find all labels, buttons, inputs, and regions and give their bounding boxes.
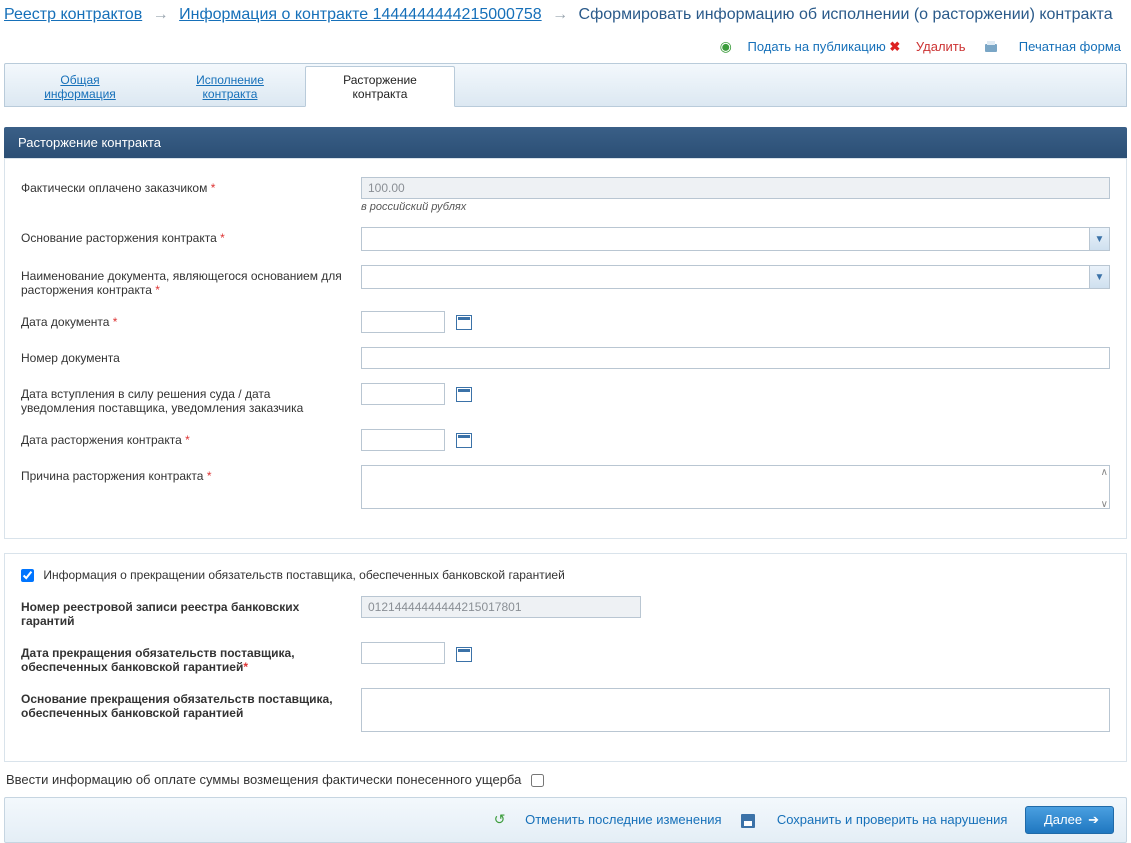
close-icon: ✖ bbox=[889, 39, 900, 54]
term-date-label: Дата расторжения контракта * bbox=[21, 429, 361, 447]
panel-body-main: Фактически оплачено заказчиком * в росси… bbox=[4, 158, 1127, 539]
breadcrumb-contract-link[interactable]: Информация о контракте 14444444442150007… bbox=[179, 6, 542, 23]
term-date-input[interactable] bbox=[361, 429, 445, 451]
delete-link[interactable]: Удалить bbox=[916, 39, 966, 54]
damages-label: Ввести информацию об оплате суммы возмещ… bbox=[6, 772, 521, 787]
chevron-down-icon: ▼ bbox=[1089, 228, 1109, 250]
reason-label: Причина расторжения контракта * bbox=[21, 465, 361, 483]
tab-execution[interactable]: Исполнение контракта bbox=[155, 67, 305, 106]
doc-date-input[interactable] bbox=[361, 311, 445, 333]
undo-link[interactable]: Отменить последние изменения bbox=[525, 812, 721, 827]
court-date-input[interactable] bbox=[361, 383, 445, 405]
breadcrumb: Реестр контрактов → Информация о контрак… bbox=[0, 0, 1131, 34]
tab-bar: Общая информация Исполнение контракта Ра… bbox=[4, 63, 1127, 107]
calendar-icon[interactable] bbox=[456, 315, 472, 330]
footer-bar: ↺ Отменить последние изменения Сохранить… bbox=[4, 797, 1127, 843]
guarantee-term-date-label: Дата прекращения обязательств поставщика… bbox=[21, 642, 361, 674]
reg-num-input bbox=[361, 596, 641, 618]
scroll-up-icon[interactable]: ∧ bbox=[1101, 467, 1108, 478]
breadcrumb-registry-link[interactable]: Реестр контрактов bbox=[4, 6, 142, 23]
paid-label: Фактически оплачено заказчиком * bbox=[21, 177, 361, 195]
doc-name-label: Наименование документа, являющегося осно… bbox=[21, 265, 361, 297]
globe-icon: ◉ bbox=[720, 38, 732, 54]
tab-general[interactable]: Общая информация bbox=[5, 67, 155, 106]
guarantee-term-date-input[interactable] bbox=[361, 642, 445, 664]
chevron-right-icon: → bbox=[552, 6, 568, 23]
save-check-link[interactable]: Сохранить и проверить на нарушения bbox=[777, 812, 1008, 827]
court-date-label: Дата вступления в силу решения суда / да… bbox=[21, 383, 361, 415]
undo-icon: ↺ bbox=[494, 811, 506, 827]
calendar-icon[interactable] bbox=[456, 387, 472, 402]
printer-icon bbox=[983, 41, 999, 55]
calendar-icon[interactable] bbox=[456, 433, 472, 448]
guarantee-basis-label: Основание прекращения обязательств поста… bbox=[21, 688, 361, 720]
guarantee-checkbox-label: Информация о прекращении обязательств по… bbox=[43, 568, 564, 582]
reason-textarea[interactable] bbox=[361, 465, 1110, 509]
doc-number-label: Номер документа bbox=[21, 347, 361, 365]
scroll-down-icon[interactable]: ∨ bbox=[1101, 499, 1108, 510]
reg-num-label: Номер реестровой записи реестра банковск… bbox=[21, 596, 361, 628]
publish-link[interactable]: Подать на публикацию bbox=[748, 39, 886, 54]
damages-checkbox[interactable] bbox=[531, 774, 544, 787]
paid-input bbox=[361, 177, 1110, 199]
top-actions: ◉ Подать на публикацию ✖ Удалить Печатна… bbox=[0, 34, 1131, 63]
damages-row: Ввести информацию об оплате суммы возмещ… bbox=[0, 762, 1131, 793]
basis-label: Основание расторжения контракта * bbox=[21, 227, 361, 245]
chevron-right-icon: → bbox=[153, 6, 169, 23]
doc-number-input[interactable] bbox=[361, 347, 1110, 369]
panel-header: Расторжение контракта bbox=[4, 127, 1127, 158]
doc-date-label: Дата документа * bbox=[21, 311, 361, 329]
doc-name-select[interactable]: ▼ bbox=[361, 265, 1110, 289]
print-link[interactable]: Печатная форма bbox=[1019, 39, 1121, 54]
guarantee-basis-textarea[interactable] bbox=[361, 688, 1110, 732]
calendar-icon[interactable] bbox=[456, 647, 472, 662]
next-button[interactable]: Далее➔ bbox=[1025, 806, 1114, 834]
basis-select[interactable]: ▼ bbox=[361, 227, 1110, 251]
arrow-right-icon: ➔ bbox=[1088, 812, 1099, 827]
chevron-down-icon: ▼ bbox=[1089, 266, 1109, 288]
breadcrumb-current: Сформировать информацию об исполнении (о… bbox=[579, 6, 1113, 23]
tab-termination[interactable]: Расторжение контракта bbox=[305, 66, 455, 107]
guarantee-checkbox[interactable] bbox=[21, 569, 34, 582]
panel-body-guarantee: Информация о прекращении обязательств по… bbox=[4, 553, 1127, 762]
save-icon bbox=[741, 814, 755, 828]
paid-hint: в российский рублях bbox=[361, 201, 1110, 213]
